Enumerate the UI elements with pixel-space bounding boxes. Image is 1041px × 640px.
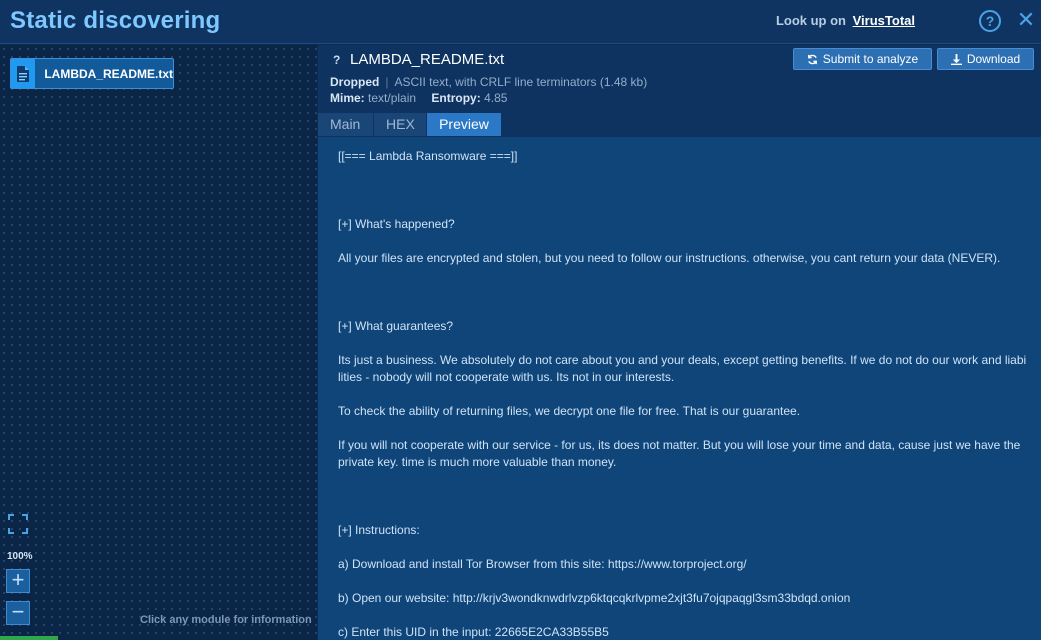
file-name: LAMBDA_README.txt xyxy=(350,51,505,68)
zoom-in-button[interactable]: + xyxy=(6,569,30,593)
preview-pane[interactable]: [[=== Lambda Ransomware ===]] [+] What's… xyxy=(318,137,1041,640)
virustotal-lookup: Look up on VirusTotal xyxy=(776,13,915,28)
dropped-label: Dropped xyxy=(330,75,380,89)
page-title: Static discovering xyxy=(10,7,221,34)
preview-line: a) Download and install Tor Browser from… xyxy=(338,557,747,571)
preview-text: [[=== Lambda Ransomware ===]] [+] What's… xyxy=(338,148,1028,640)
module-chip-lambda-readme[interactable]: LAMBDA_README.txt xyxy=(10,58,174,89)
zoom-level: 100% xyxy=(7,551,33,562)
file-mime-line: Mime: text/plain Entropy: 4.85 xyxy=(330,91,507,105)
preview-line: All your files are encrypted and stolen,… xyxy=(338,251,1001,265)
preview-line: If you will not cooperate with our servi… xyxy=(338,438,1024,469)
module-hint: Click any module for information xyxy=(140,614,312,626)
preview-line: Its just a business. We absolutely do no… xyxy=(338,353,1030,384)
meta-separator: | xyxy=(385,75,389,89)
preview-line: b) Open our website: http://krjv3wondknw… xyxy=(338,591,851,605)
file-meta-line: Dropped | ASCII text, with CRLF line termi… xyxy=(330,75,647,89)
download-label: Download xyxy=(966,52,1021,66)
preview-line: [[=== Lambda Ransomware ===]] xyxy=(338,149,518,163)
header-bar: Static discovering Look up on VirusTotal… xyxy=(0,0,1041,44)
preview-line: [+] Instructions: xyxy=(338,523,420,537)
entropy-value: 4.85 xyxy=(484,91,508,105)
download-button[interactable]: Download xyxy=(937,48,1034,70)
preview-line: [+] What's happened? xyxy=(338,217,455,231)
preview-line: To check the ability of returning files,… xyxy=(338,404,801,418)
entropy-label: Entropy: xyxy=(431,91,481,105)
help-icon[interactable]: ? xyxy=(979,10,1001,32)
detail-tabs: Main HEX Preview xyxy=(318,113,502,137)
virustotal-link[interactable]: VirusTotal xyxy=(853,13,915,28)
close-icon[interactable]: ✕ xyxy=(1015,9,1037,31)
refresh-icon xyxy=(807,54,817,64)
preview-line: [+] What guarantees? xyxy=(338,319,454,333)
mime-label: Mime: xyxy=(330,91,365,105)
module-chip-label: LAMBDA_README.txt xyxy=(44,66,173,81)
tab-hex[interactable]: HEX xyxy=(374,113,426,136)
tab-main[interactable]: Main xyxy=(318,113,373,136)
download-icon xyxy=(950,53,962,65)
submit-label: Submit to analyze xyxy=(822,52,919,66)
file-description: ASCII text, with CRLF line terminators (… xyxy=(394,75,648,89)
preview-line: c) Enter this UID in the input: 22665E2C… xyxy=(338,625,609,639)
lookup-label: Look up on xyxy=(775,13,846,28)
zoom-out-button[interactable]: − xyxy=(6,601,30,625)
mime-value: text/plain xyxy=(368,91,417,105)
submit-to-analyze-button[interactable]: Submit to analyze xyxy=(793,48,932,70)
document-icon xyxy=(11,59,36,88)
file-details-panel: ? LAMBDA_README.txt Submit to analyze Do… xyxy=(318,45,1041,640)
status-strip xyxy=(0,636,58,640)
fit-to-screen-icon[interactable] xyxy=(8,514,28,534)
tab-preview[interactable]: Preview xyxy=(427,113,501,136)
unknown-type-icon: ? xyxy=(333,53,341,67)
module-canvas[interactable]: LAMBDA_README.txt 100% + − Click any mod… xyxy=(0,45,317,640)
